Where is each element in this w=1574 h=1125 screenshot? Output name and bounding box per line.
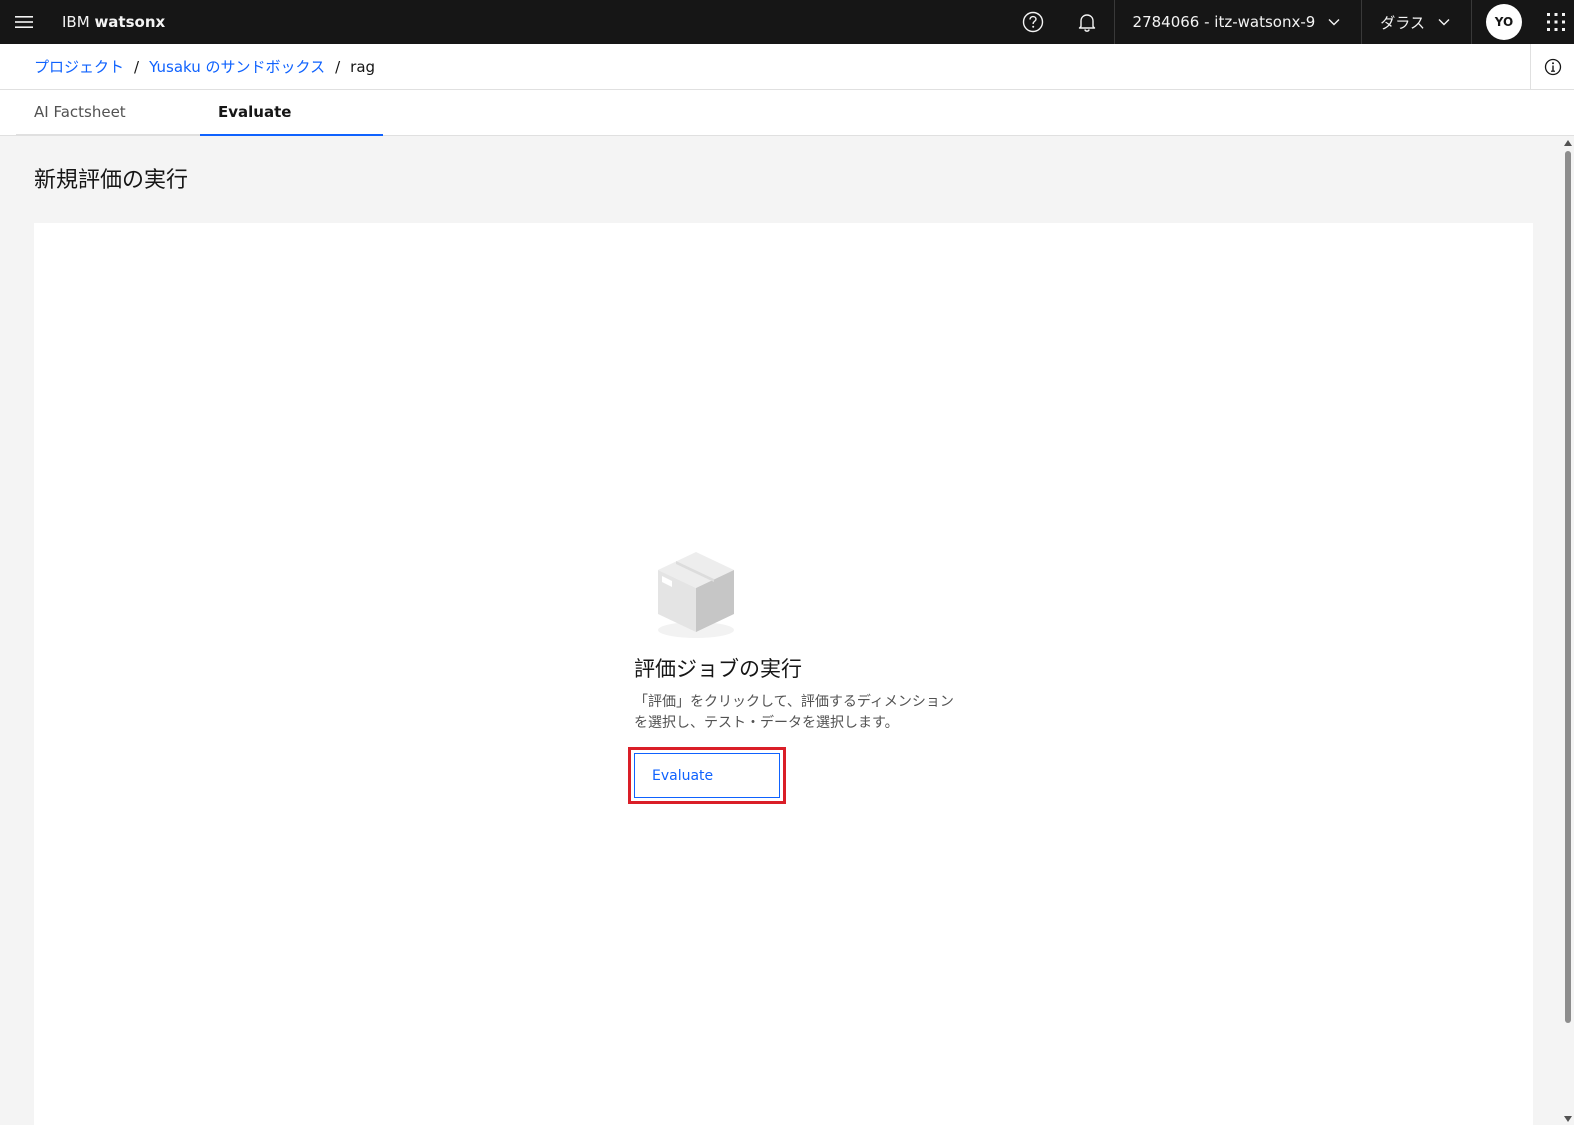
- breadcrumb-separator: /: [335, 57, 341, 76]
- user-avatar-container: YO: [1482, 0, 1526, 44]
- chevron-down-icon: [1327, 15, 1341, 29]
- account-selector-label: 2784066 - itz-watsonx-9: [1132, 13, 1316, 31]
- brand-name: watsonx: [94, 13, 166, 31]
- breadcrumb-sandbox[interactable]: Yusaku のサンドボックス: [149, 56, 325, 77]
- empty-state-description: 「評価」をクリックして、評価するディメンションを選択し、テスト・データを選択しま…: [634, 694, 954, 731]
- content-card: 評価ジョブの実行 「評価」をクリックして、評価するディメンションを選択し、テスト…: [34, 223, 1533, 1125]
- tab-list: AI Factsheet Evaluate: [0, 90, 1574, 136]
- tab-evaluate[interactable]: Evaluate: [200, 90, 383, 136]
- scroll-up-arrow-icon[interactable]: [1562, 137, 1574, 149]
- app-switcher-icon[interactable]: [1538, 0, 1574, 44]
- breadcrumb-projects[interactable]: プロジェクト: [34, 56, 124, 77]
- brand-prefix: IBM: [62, 13, 95, 31]
- region-selector-label: ダラス: [1380, 13, 1425, 32]
- info-icon[interactable]: [1530, 44, 1574, 90]
- region-selector[interactable]: ダラス: [1362, 0, 1471, 44]
- box-icon: [646, 548, 746, 648]
- notification-bell-icon[interactable]: [1060, 0, 1114, 44]
- top-header: IBM watsonx 2784066 - itz-watsonx-9 ダラス …: [0, 0, 1574, 44]
- product-brand[interactable]: IBM watsonx: [48, 13, 165, 31]
- header-divider: [1471, 0, 1472, 44]
- tab-ai-factsheet[interactable]: AI Factsheet: [16, 90, 200, 136]
- help-icon[interactable]: [1006, 0, 1060, 44]
- breadcrumb-current: rag: [350, 57, 376, 76]
- breadcrumb: プロジェクト / Yusaku のサンドボックス / rag: [0, 44, 1574, 90]
- scroll-down-arrow-icon[interactable]: [1562, 1113, 1574, 1125]
- breadcrumb-separator: /: [134, 57, 140, 76]
- evaluate-button[interactable]: Evaluate: [634, 753, 780, 798]
- user-avatar[interactable]: YO: [1486, 4, 1522, 40]
- chevron-down-icon: [1437, 15, 1451, 29]
- scrollbar-thumb[interactable]: [1565, 151, 1571, 1023]
- scrollbar[interactable]: [1562, 137, 1574, 1125]
- account-selector[interactable]: 2784066 - itz-watsonx-9: [1115, 0, 1362, 44]
- hamburger-menu-icon[interactable]: [0, 0, 48, 44]
- empty-state-title: 評価ジョブの実行: [634, 657, 802, 681]
- page-title: 新規評価の実行: [34, 168, 189, 193]
